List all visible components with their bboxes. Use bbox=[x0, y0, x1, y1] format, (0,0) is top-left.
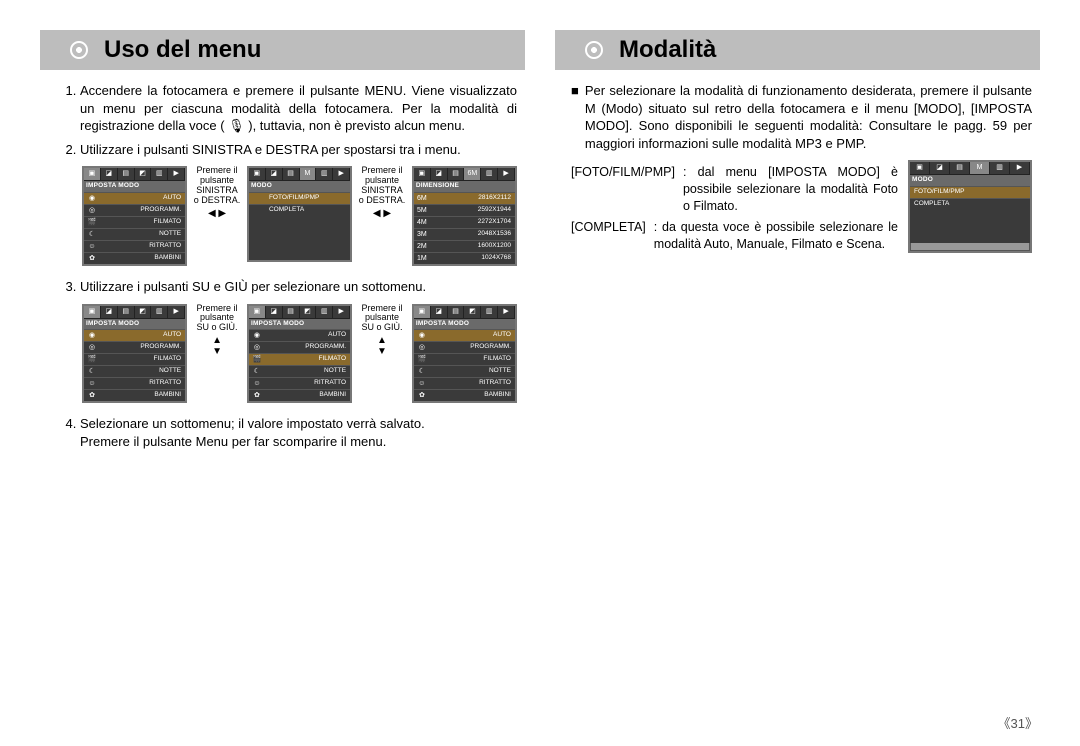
step-2: Utilizzare i pulsanti SINISTRA e DESTRA … bbox=[80, 141, 517, 159]
arrow-left-right-icon: ◀ ▶ bbox=[193, 208, 241, 219]
lcd-dimensione: ▣◪▤6M▥▶ DIMENSIONE 6M2816X2112 5M2592X19… bbox=[412, 166, 517, 266]
lcd-row-lr: ▣◪▤◩▥▶ IMPOSTA MODO ◉AUTO ◎PROGRAMM. 🎬FI… bbox=[82, 166, 517, 266]
right-intro: Per selezionare la modalità di funzionam… bbox=[585, 82, 1032, 152]
lcd-imposta-3: ▣◪▤◩▥▶ IMPOSTA MODO ◉AUTO ◎PROGRAMM. 🎬FI… bbox=[247, 304, 352, 404]
def2-val: : da questa voce è possibile selezionare… bbox=[654, 219, 898, 253]
lcd-imposta-1: ▣◪▤◩▥▶ IMPOSTA MODO ◉AUTO ◎PROGRAMM. 🎬FI… bbox=[82, 166, 187, 266]
lcd-modo: ▣◪▤M▥▶ MODO FOTO/FILM/PMP COMPLETA bbox=[247, 166, 352, 262]
left-body: Accendere la fotocamera e premere il pul… bbox=[40, 82, 525, 450]
left-title-band: Uso del menu bbox=[40, 30, 525, 70]
arrow-left-right-icon: ◀ ▶ bbox=[358, 208, 406, 219]
right-body: ■ Per selezionare la modalità di funzion… bbox=[555, 82, 1040, 253]
step-3: Utilizzare i pulsanti SU e GIÙ per selez… bbox=[80, 278, 517, 296]
def1-key: [FOTO/FILM/PMP] bbox=[571, 164, 675, 215]
hint-ud-1: Premere il pulsante SU o GIÙ. ▲▼ bbox=[193, 304, 241, 358]
bullet-icon: ■ bbox=[571, 82, 579, 152]
step-1: Accendere la fotocamera e premere il pul… bbox=[80, 82, 517, 135]
lcd-row-ud: ▣◪▤◩▥▶ IMPOSTA MODO ◉AUTO ◎PROGRAMM. 🎬FI… bbox=[82, 304, 517, 404]
def2-key: [COMPLETA] bbox=[571, 219, 646, 253]
step-4: Selezionare un sottomenu; il valore impo… bbox=[80, 415, 517, 450]
lcd-imposta-4: ▣◪▤◩▥▶ IMPOSTA MODO ◉AUTO ◎PROGRAMM. 🎬FI… bbox=[412, 304, 517, 404]
hint-lr-1: Premere il pulsante SINISTRA o DESTRA. ◀… bbox=[193, 166, 241, 219]
lcd-modo-right: ▣◪▤M▥▶ MODO FOTO/FILM/PMP COMPLETA bbox=[908, 160, 1032, 252]
arrow-up-down-icon: ▲▼ bbox=[358, 335, 406, 357]
right-title-band: Modalità bbox=[555, 30, 1040, 70]
right-title: Modalità bbox=[619, 30, 716, 70]
def1-val: : dal menu [IMPOSTA MODO] è possibile se… bbox=[683, 164, 898, 215]
arrow-up-down-icon: ▲▼ bbox=[193, 335, 241, 357]
hint-lr-2: Premere il pulsante SINISTRA o DESTRA. ◀… bbox=[358, 166, 406, 219]
page-number: 《31》 bbox=[998, 713, 1038, 732]
right-column: Modalità ■ Per selezionare la modalità d… bbox=[555, 30, 1040, 456]
left-title: Uso del menu bbox=[104, 30, 261, 70]
lcd-imposta-2: ▣◪▤◩▥▶ IMPOSTA MODO ◉AUTO ◎PROGRAMM. 🎬FI… bbox=[82, 304, 187, 404]
left-column: Uso del menu Accendere la fotocamera e p… bbox=[40, 30, 525, 456]
hint-ud-2: Premere il pulsante SU o GIÙ. ▲▼ bbox=[358, 304, 406, 358]
